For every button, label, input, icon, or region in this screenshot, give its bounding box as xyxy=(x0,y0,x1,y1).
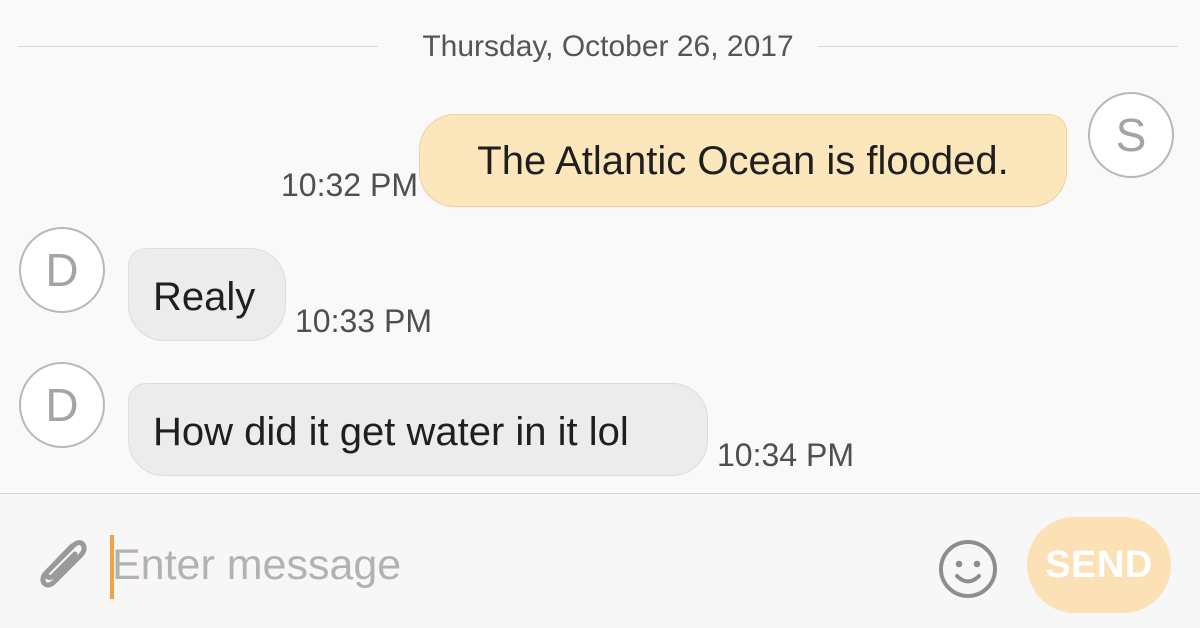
incoming-message-bubble[interactable]: Realy xyxy=(128,248,286,341)
paperclip-icon[interactable] xyxy=(25,528,97,600)
message-time: 10:33 PM xyxy=(295,303,432,339)
message-composer: SEND xyxy=(0,493,1200,628)
message-input[interactable] xyxy=(112,538,872,592)
sender-avatar-d[interactable]: D xyxy=(19,227,105,313)
sender-avatar-d[interactable]: D xyxy=(19,362,105,448)
sender-avatar-s[interactable]: S xyxy=(1088,92,1174,178)
divider-line-left xyxy=(18,46,378,47)
message-text: How did it get water in it lol xyxy=(153,410,629,454)
outgoing-message-bubble[interactable]: The Atlantic Ocean is flooded. xyxy=(419,114,1067,207)
message-time: 10:32 PM xyxy=(281,167,418,203)
message-time: 10:34 PM xyxy=(717,437,854,473)
message-text: Realy xyxy=(153,275,256,319)
send-button[interactable]: SEND xyxy=(1027,517,1171,613)
date-divider: Thursday, October 26, 2017 xyxy=(18,22,1178,72)
conversation-date: Thursday, October 26, 2017 xyxy=(422,30,794,63)
smiley-icon[interactable] xyxy=(936,537,1000,601)
incoming-message-bubble[interactable]: How did it get water in it lol xyxy=(128,383,708,476)
message-text: The Atlantic Ocean is flooded. xyxy=(477,139,1009,183)
divider-line-right xyxy=(818,46,1178,47)
